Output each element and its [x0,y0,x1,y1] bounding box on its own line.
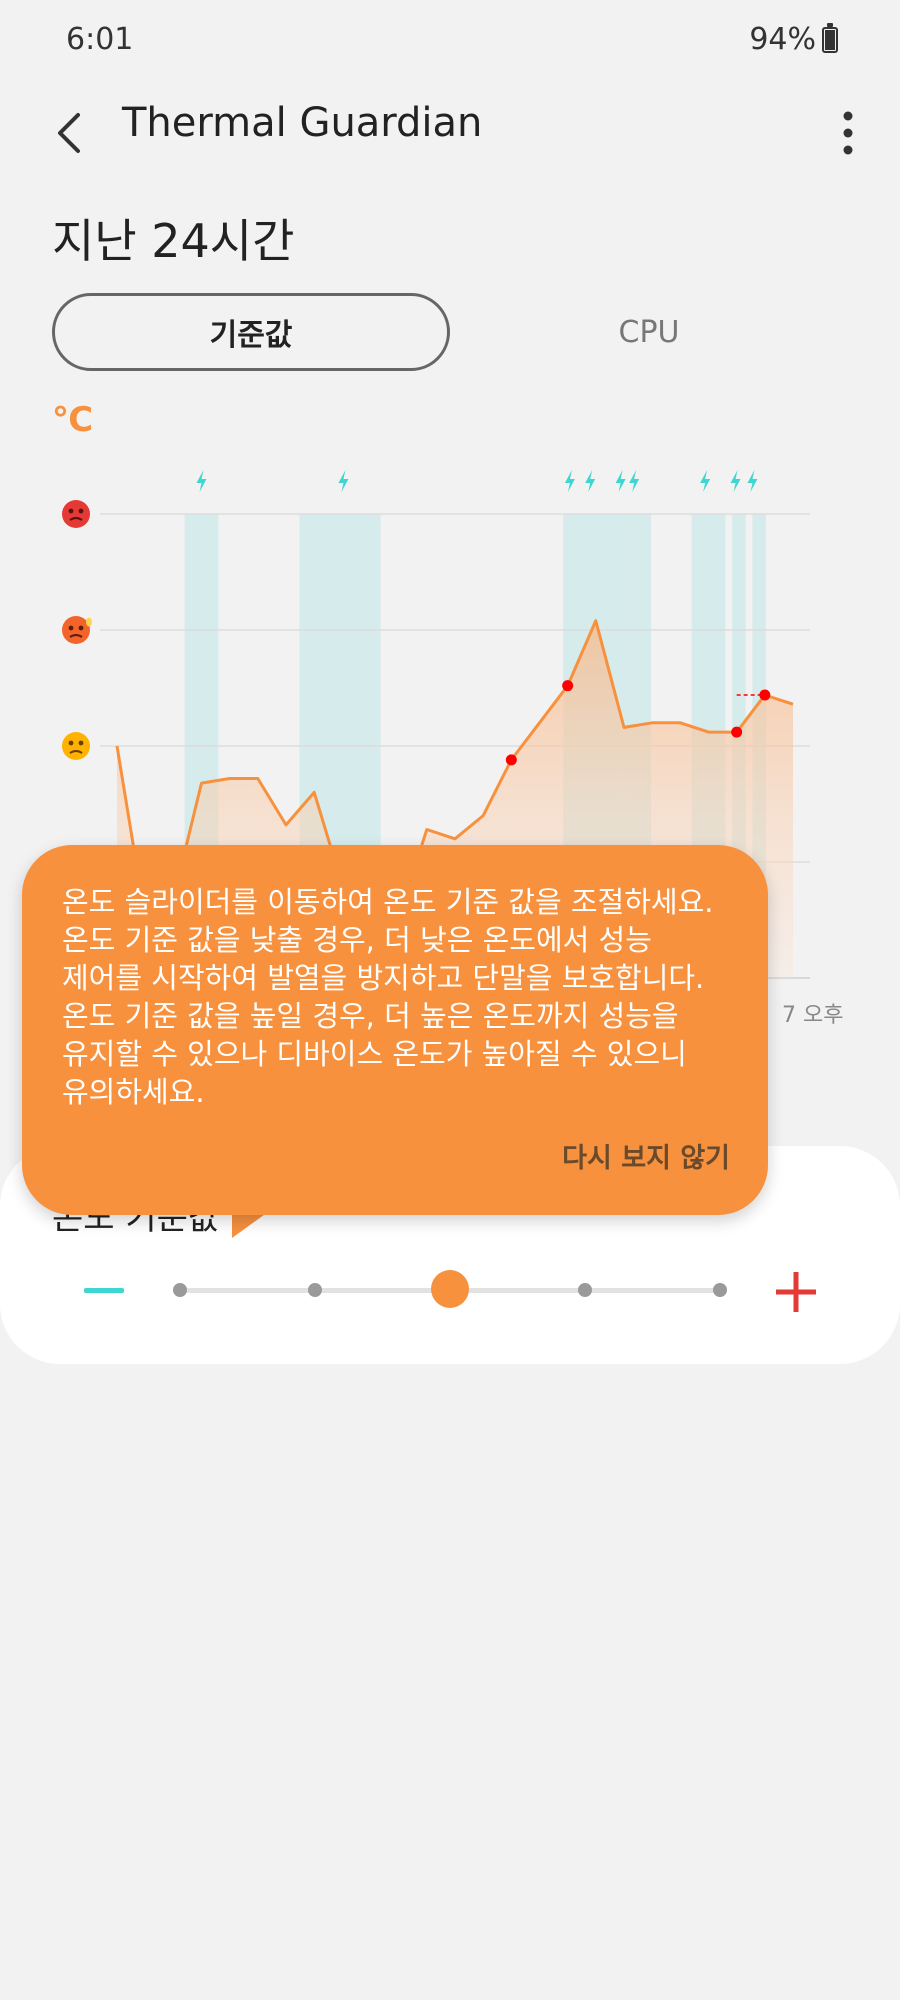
tooltip-pointer [232,1212,268,1238]
slider-step-dot[interactable] [173,1283,187,1297]
back-arrow-icon [58,113,80,153]
lightning-icon [338,470,349,492]
increase-button[interactable] [766,1262,826,1322]
more-options-button[interactable] [818,98,878,168]
status-bar: 6:01 94% [0,0,900,80]
section-title: 지난 24시간 [52,214,295,268]
tooltip-message: 온도 슬라이더를 이동하여 온도 기준 값을 조절하세요. 온도 기준 값을 낮… [62,883,742,1111]
tab-threshold[interactable]: 기준값 [52,293,450,371]
back-button[interactable] [40,98,100,168]
lightning-icon [196,470,207,492]
overheat-face-icon [62,616,92,644]
lightning-icon [747,470,758,492]
over-threshold-point [505,754,517,766]
tab-bar: 기준값 CPU [52,293,848,373]
slider-thumb[interactable] [431,1270,469,1308]
battery-icon [822,22,838,53]
over-threshold-point [731,726,743,738]
status-indicators: 94% [749,22,838,57]
tooltip-line: 유지할 수 있으나 디바이스 온도가 높아질 수 있으니 [62,1037,687,1071]
lightning-icon [564,470,575,492]
x-axis-tick-label: 7 오후 [782,1003,844,1028]
over-threshold-point [562,680,574,692]
slider-step-dot[interactable] [578,1283,592,1297]
battery-percent: 94% [749,22,816,57]
worried-face-icon [62,732,90,760]
lightning-icon [730,470,741,492]
tooltip-line: 온도 기준 값을 높일 경우, 더 높은 온도까지 성능을 [62,999,679,1033]
tooltip-line: 유의하세요. [62,1075,205,1109]
tooltip-line: 온도 슬라이더를 이동하여 온도 기준 값을 조절하세요. [62,885,714,919]
plus-icon [776,1272,816,1312]
status-time: 6:01 [66,22,134,57]
more-vertical-icon [843,111,853,155]
lightning-icon [615,470,626,492]
tab-cpu[interactable]: CPU [450,293,848,371]
tooltip-line: 제어를 시작하여 발열을 방지하고 단말을 보호합니다. [62,961,705,995]
lightning-icon [629,470,640,492]
info-tooltip: 온도 슬라이더를 이동하여 온도 기준 값을 조절하세요. 온도 기준 값을 낮… [22,845,768,1215]
app-bar: Thermal Guardian [0,80,900,190]
tooltip-line: 온도 기준 값을 낮출 경우, 더 낮은 온도에서 성능 [62,923,652,957]
slider-step-dot[interactable] [713,1283,727,1297]
minus-icon [84,1287,124,1293]
lightning-icon [585,470,596,492]
lightning-icon [700,470,711,492]
dont-show-again-button[interactable]: 다시 보지 않기 [562,1136,730,1175]
slider-step-dot[interactable] [308,1283,322,1297]
app-title: Thermal Guardian [122,100,483,146]
decrease-button[interactable] [74,1265,134,1315]
hot-face-icon [62,500,90,528]
threshold-slider[interactable] [173,1265,727,1315]
